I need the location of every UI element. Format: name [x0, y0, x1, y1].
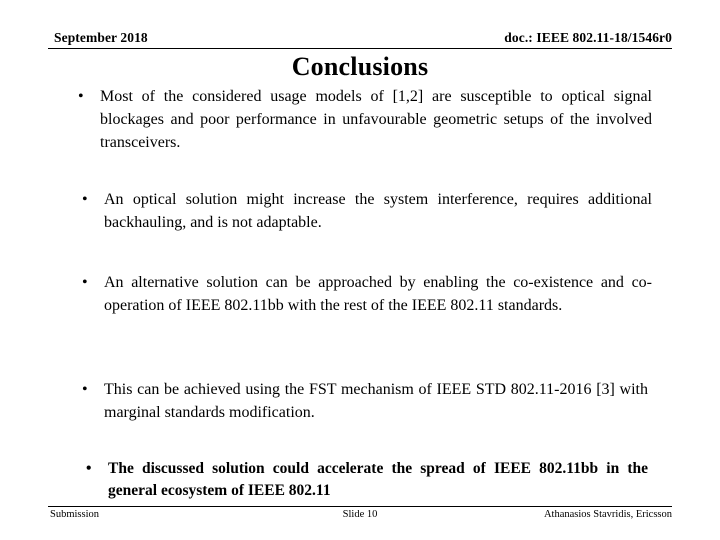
- bullet-item: • Most of the considered usage models of…: [78, 85, 652, 154]
- slide-body: • Most of the considered usage models of…: [0, 0, 720, 540]
- bullet-marker-icon: •: [82, 381, 88, 398]
- bullet-text: An alternative solution can be approache…: [104, 274, 652, 314]
- slide-footer: Submission Slide 10 Athanasios Stavridis…: [48, 506, 672, 530]
- bullet-item: • An alternative solution can be approac…: [82, 271, 652, 317]
- bullet-item: • The discussed solution could accelerat…: [86, 458, 648, 502]
- bullet-text: An optical solution might increase the s…: [104, 191, 652, 231]
- bullet-text: Most of the considered usage models of […: [100, 88, 652, 151]
- footer-divider: [48, 506, 672, 507]
- footer-author: Athanasios Stavridis, Ericsson: [543, 509, 672, 520]
- bullet-marker-icon: •: [82, 191, 88, 208]
- bullet-marker-icon: •: [86, 460, 92, 477]
- slide-canvas: September 2018 doc.: IEEE 802.11-18/1546…: [0, 0, 720, 540]
- bullet-text: The discussed solution could accelerate …: [108, 460, 648, 499]
- bullet-item: • This can be achieved using the FST mec…: [82, 378, 648, 424]
- bullet-marker-icon: •: [82, 274, 88, 291]
- bullet-marker-icon: •: [78, 88, 84, 105]
- bullet-text: This can be achieved using the FST mecha…: [104, 381, 648, 421]
- bullet-item: • An optical solution might increase the…: [82, 188, 652, 234]
